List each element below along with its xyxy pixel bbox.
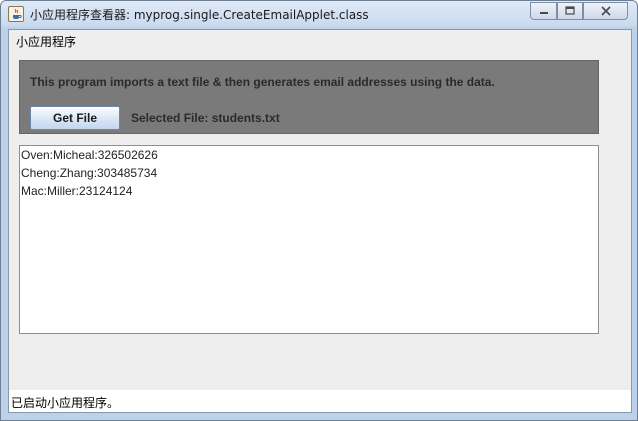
- window-title: 小应用程序查看器: myprog.single.CreateEmailApple…: [30, 8, 369, 22]
- text-line: Cheng:Zhang:303485734: [21, 166, 158, 180]
- minimize-icon: [539, 12, 548, 14]
- close-button[interactable]: [583, 2, 628, 20]
- close-icon: [600, 6, 611, 16]
- selected-file-label: Selected File: students.txt: [131, 111, 280, 125]
- text-line: Mac:Miller:23124124: [21, 184, 133, 198]
- text-line: Oven:Micheal:326502626: [21, 148, 158, 162]
- applet-client-area: 小应用程序 This program imports a text file &…: [8, 29, 632, 413]
- status-bar: 已启动小应用程序。: [9, 390, 631, 412]
- control-panel: This program imports a text file & then …: [19, 60, 599, 134]
- get-file-button[interactable]: Get File: [30, 106, 120, 130]
- output-text-area[interactable]: Oven:Micheal:326502626 Cheng:Zhang:30348…: [19, 145, 599, 334]
- minimize-button[interactable]: [530, 2, 557, 20]
- status-text: 已启动小应用程序。: [11, 396, 120, 410]
- applet-menu-label[interactable]: 小应用程序: [16, 33, 76, 50]
- program-description: This program imports a text file & then …: [30, 75, 495, 89]
- maximize-button[interactable]: [557, 2, 583, 20]
- title-bar[interactable]: 小应用程序查看器: myprog.single.CreateEmailApple…: [1, 1, 637, 27]
- applet-viewer-window: 小应用程序查看器: myprog.single.CreateEmailApple…: [0, 0, 638, 421]
- maximize-icon: [565, 6, 575, 15]
- java-icon: [8, 6, 24, 22]
